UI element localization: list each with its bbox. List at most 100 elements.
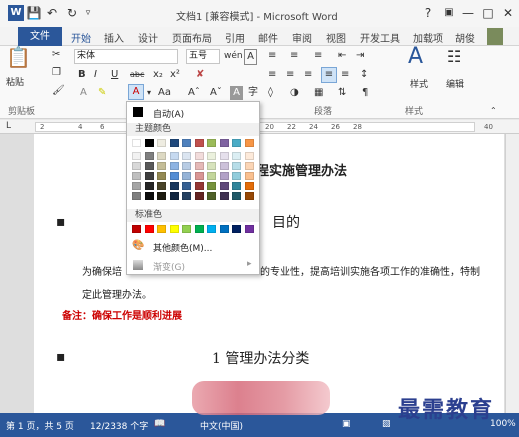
editing-button-label[interactable]: 编辑 [446,78,464,92]
theme-shade-swatch[interactable] [207,172,216,180]
font-name-select[interactable]: 宋体 [74,49,178,64]
theme-shade-swatch[interactable] [169,182,179,190]
standard-color-swatch[interactable] [144,225,154,233]
sort-icon[interactable]: ⇅ [338,86,346,100]
italic-button[interactable]: I [94,68,97,82]
decrease-indent-icon[interactable]: ⇤ [338,49,346,63]
theme-shade-swatch[interactable] [182,172,191,180]
clear-formatting-icon[interactable]: ✘ [196,68,204,82]
subscript-button[interactable]: x₂ [153,68,163,82]
theme-shade-swatch[interactable] [207,152,216,160]
standard-color-swatch[interactable] [132,225,141,233]
theme-shade-swatch[interactable] [244,182,254,190]
show-marks-icon[interactable]: ¶ [362,86,368,100]
standard-color-swatch[interactable] [232,225,241,233]
theme-shade-swatch[interactable] [144,152,154,160]
align-right-icon[interactable]: ≡ [304,68,312,82]
user-name[interactable]: 胡俊 [455,30,475,45]
theme-shade-swatch[interactable] [207,182,216,190]
line-spacing-icon[interactable]: ↕ [360,68,368,82]
font-size-select[interactable]: 五号 [186,49,220,64]
tab-design[interactable]: 设计 [138,30,158,45]
asian-layout-icon[interactable]: ◊ [268,86,273,100]
theme-shade-swatch[interactable] [169,172,179,180]
theme-color-swatch[interactable] [157,139,166,147]
theme-shade-swatch[interactable] [232,152,241,160]
save-icon[interactable]: 💾 [26,5,42,21]
theme-shade-swatch[interactable] [132,172,141,180]
avatar[interactable] [487,28,503,45]
print-layout-icon[interactable]: ▧ [382,419,391,429]
theme-shade-swatch[interactable] [132,162,141,170]
borders-icon[interactable]: ▦ [314,86,323,100]
theme-shade-swatch[interactable] [219,162,229,170]
text-effects-icon[interactable]: A [80,86,87,100]
theme-shade-swatch[interactable] [157,182,166,190]
ribbon-display-options-icon[interactable]: ▣ [441,5,457,21]
bold-button[interactable]: B [78,68,86,82]
paragraph-start[interactable]: 为确保培 [82,263,122,278]
customize-qat-icon[interactable]: ▿ [80,5,96,21]
theme-shade-swatch[interactable] [182,192,191,200]
standard-color-swatch[interactable] [244,225,254,233]
section-1-heading[interactable]: 1 管理办法分类 [212,348,309,368]
justify-icon[interactable]: ≡ [321,67,337,83]
tab-mailings[interactable]: 邮件 [258,30,278,45]
theme-shade-swatch[interactable] [144,162,154,170]
distributed-icon[interactable]: ≡ [341,68,349,82]
theme-shade-swatch[interactable] [194,162,204,170]
paste-label[interactable]: 粘贴 [6,76,24,90]
note-text[interactable]: 备注：确保工作是顺利进展 [62,307,182,322]
styles-button-label[interactable]: 样式 [410,78,428,92]
tab-review[interactable]: 审阅 [292,30,312,45]
enclose-characters-button[interactable]: 字 [248,86,258,100]
shrink-font-button[interactable]: Aˇ [210,86,222,100]
theme-shade-swatch[interactable] [157,162,166,170]
numbering-icon[interactable]: ≡ [290,49,298,63]
tab-insert[interactable]: 插入 [104,30,124,45]
theme-shade-swatch[interactable] [157,172,166,180]
paragraph-line2[interactable]: 定此管理办法。 [82,286,152,301]
theme-shade-swatch[interactable] [182,182,191,190]
section-purpose[interactable]: 目的 [272,212,300,232]
theme-color-swatch[interactable] [194,139,204,147]
tab-selector-icon[interactable]: L [6,121,11,131]
tab-developer[interactable]: 开发工具 [360,30,400,45]
theme-shade-swatch[interactable] [194,172,204,180]
gradient-option[interactable]: 渐变(G) ▸ [127,259,259,273]
underline-button[interactable]: U [111,68,118,82]
vertical-scrollbar[interactable] [505,134,519,413]
theme-color-swatch[interactable] [132,139,141,147]
more-colors-option[interactable]: 🎨 其他颜色(M)... [127,240,259,254]
theme-shade-swatch[interactable] [169,192,179,200]
theme-color-swatch[interactable] [182,139,191,147]
grow-font-button[interactable]: Aˆ [188,86,200,100]
align-left-icon[interactable]: ≡ [268,68,276,82]
change-case-button[interactable]: Aa [158,86,171,100]
align-center-icon[interactable]: ≡ [286,68,294,82]
standard-color-swatch[interactable] [219,225,229,233]
theme-shade-swatch[interactable] [169,152,179,160]
phonetic-guide-button[interactable]: wén [224,49,243,63]
theme-shade-swatch[interactable] [169,162,179,170]
bullets-icon[interactable]: ≡ [268,49,276,63]
theme-shade-swatch[interactable] [244,152,254,160]
standard-color-swatch[interactable] [169,225,179,233]
standard-color-swatch[interactable] [194,225,204,233]
theme-shade-swatch[interactable] [244,172,254,180]
theme-shade-swatch[interactable] [232,162,241,170]
theme-shade-swatch[interactable] [232,182,241,190]
theme-shade-swatch[interactable] [207,162,216,170]
strikethrough-button[interactable]: abc [130,68,144,82]
automatic-color-option[interactable]: 自动(A) [127,106,259,120]
minimize-button[interactable]: — [460,5,476,21]
word-app-icon[interactable]: W [8,5,24,21]
theme-shade-swatch[interactable] [232,172,241,180]
theme-shade-swatch[interactable] [144,192,154,200]
theme-shade-swatch[interactable] [182,162,191,170]
help-button[interactable]: ? [420,5,436,21]
tab-home[interactable]: 开始 [71,30,91,45]
theme-shade-swatch[interactable] [244,192,254,200]
tab-view[interactable]: 视图 [326,30,346,45]
theme-color-swatch[interactable] [207,139,216,147]
